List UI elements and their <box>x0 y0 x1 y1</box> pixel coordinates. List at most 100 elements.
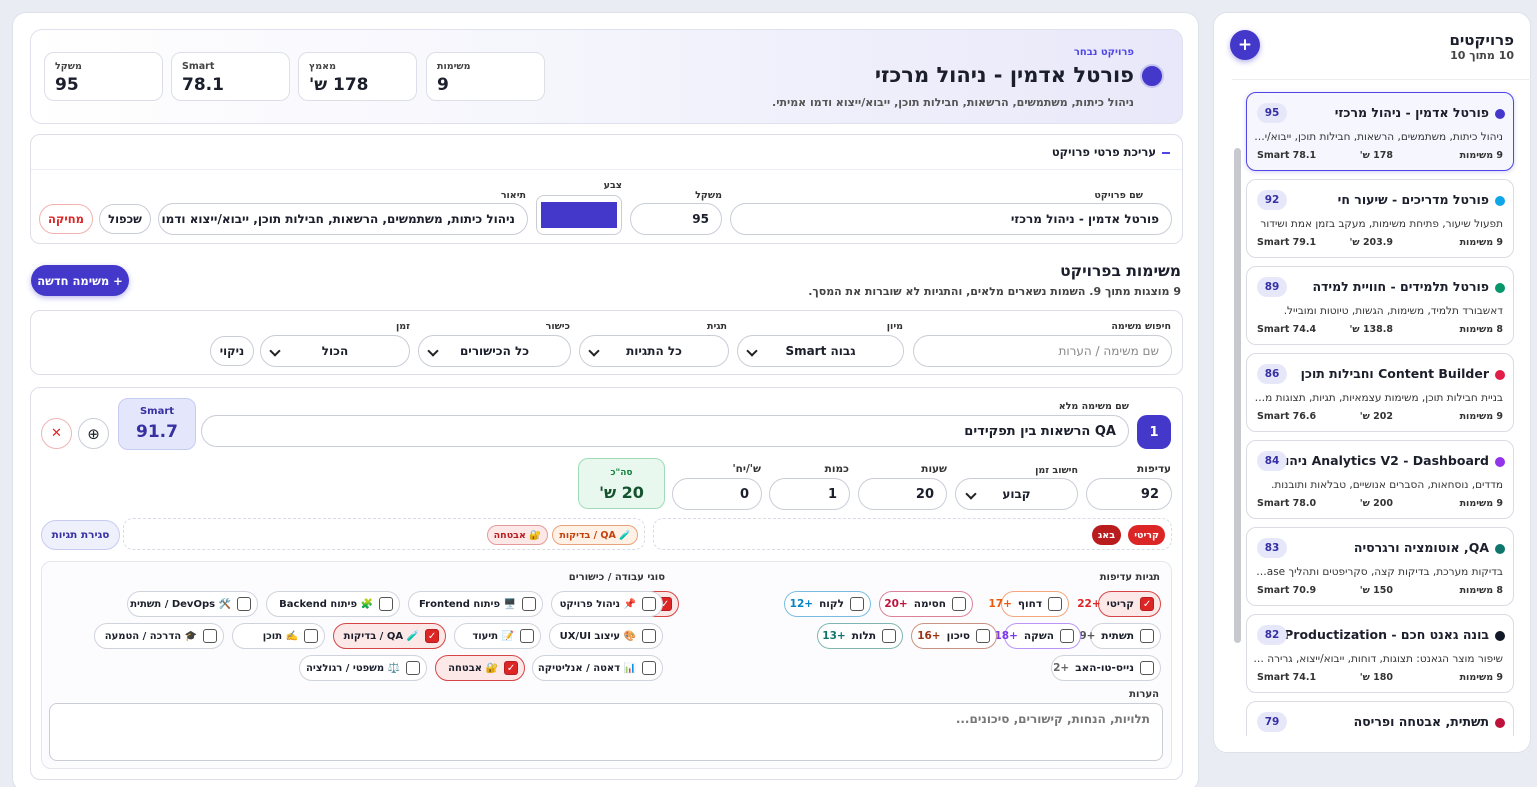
priority-tag[interactable]: סיכון 16+ <box>911 623 997 649</box>
checkbox[interactable] <box>1060 629 1074 643</box>
project-card-title: תשתית, אבטחה ופריסה <box>1353 714 1489 729</box>
work-tag[interactable]: ✓ 🔐 אבטחה <box>435 655 525 681</box>
add-project-button[interactable]: + <box>1230 30 1260 60</box>
work-tag[interactable]: 🖥️ פיתוח Frontend <box>408 591 543 617</box>
checkbox[interactable] <box>304 629 318 643</box>
description-input[interactable]: ניהול כיתות, משתמשים, הרשאות, חבילות תוכ… <box>158 203 528 235</box>
color-picker[interactable] <box>536 195 622 235</box>
project-card-hours: 150 ש' <box>1359 585 1393 596</box>
project-name-input[interactable]: פורטל אדמין - ניהול מרכזי <box>730 203 1172 235</box>
time-calc-select[interactable]: קבוע <box>955 478 1078 510</box>
project-card-desc: ניהול כיתות, משתמשים, הרשאות, חבילות תוכ… <box>1253 131 1503 143</box>
priority-tag[interactable]: נייס-טו-האב 2+ <box>1051 655 1161 681</box>
project-card[interactable]: בונה גאנט חכם - Productization 82 שיפור מו… <box>1246 614 1514 693</box>
stat-tasks: משימות 9 <box>426 52 545 101</box>
checkbox[interactable] <box>642 629 656 643</box>
quantity-input[interactable]: 1 <box>769 478 850 510</box>
task-name-input[interactable]: QA הרשאות בין תפקידים <box>201 415 1129 447</box>
sidebar-scrollbar[interactable] <box>1234 148 1241 643</box>
project-card-score: 83 <box>1257 538 1287 558</box>
project-card-score: 89 <box>1257 277 1287 297</box>
project-card[interactable]: QA, אוטומציה ורגרסיה 83 בדיקות מערכת, בדיק… <box>1246 527 1514 606</box>
checkbox[interactable] <box>976 629 990 643</box>
notes-label: הערות <box>1129 689 1159 700</box>
checkbox[interactable]: ✓ <box>425 629 439 643</box>
project-card[interactable]: Analytics V2 - Dashboard ניהולי 84 מדדים, … <box>1246 440 1514 519</box>
stat-weight: משקל 95 <box>44 52 163 101</box>
project-card[interactable]: Content Builder וחבילות תוכן 86 בניית חביל… <box>1246 353 1514 432</box>
work-tag[interactable]: ✍️ תוכן <box>232 623 325 649</box>
project-list: פורטל אדמין - ניהול מרכזי 95 ניהול כיתות, … <box>1232 79 1532 736</box>
new-task-button[interactable]: + משימה חדשה <box>31 265 129 296</box>
duplicate-button[interactable]: שכפול <box>99 204 151 234</box>
project-card[interactable]: תשתית, אבטחה ופריסה79סביבת הרצה, אבטחה, … <box>1246 701 1514 736</box>
search-input[interactable]: שם משימה / הערות <box>913 335 1172 367</box>
project-card-tasks: 9 משימות <box>1459 150 1503 161</box>
notes-textarea[interactable]: תלויות, הנחות, קישורים, סיכונים... <box>49 703 1163 761</box>
checkbox[interactable] <box>379 597 393 611</box>
priority-tag[interactable]: השקה 18+ <box>994 623 1081 649</box>
checkbox[interactable] <box>952 597 966 611</box>
work-tag[interactable]: 📝 תיעוד <box>454 623 541 649</box>
work-tag[interactable]: 📊 דאטה / אנליטיקה <box>532 655 663 681</box>
project-color-dot <box>1495 370 1505 380</box>
checkbox[interactable] <box>1140 629 1154 643</box>
priority-label: עדיפות <box>1137 463 1171 475</box>
checkbox[interactable] <box>1048 597 1062 611</box>
checkbox[interactable]: ✓ <box>1140 597 1154 611</box>
project-card-score: 82 <box>1257 625 1287 645</box>
collapse-icon[interactable] <box>1162 152 1170 154</box>
checkbox[interactable] <box>882 629 896 643</box>
edit-project-heading[interactable]: עריכת פרטי פרויקט <box>1052 145 1156 159</box>
clear-filters-button[interactable]: ניקוי <box>210 336 254 366</box>
checkbox[interactable]: ✓ <box>504 661 518 675</box>
delete-task-icon[interactable]: ✕ <box>41 418 72 449</box>
checkbox[interactable] <box>1140 661 1154 675</box>
checkbox[interactable] <box>520 629 534 643</box>
close-tags-button[interactable]: סגירת תגיות <box>41 520 120 550</box>
project-card[interactable]: פורטל תלמידים - חוויית למידה 89 דאשבורד תל… <box>1246 266 1514 345</box>
checkbox[interactable] <box>203 629 217 643</box>
priority-tag[interactable]: חסימה 20+ <box>879 591 973 617</box>
checkbox[interactable] <box>406 661 420 675</box>
priority-tag[interactable]: תלות 13+ <box>817 623 903 649</box>
priority-input[interactable]: 92 <box>1086 478 1172 510</box>
work-tag[interactable]: ✓ 🧪 QA / בדיקות <box>333 623 446 649</box>
project-color-dot <box>1140 64 1164 88</box>
task-index: 1 <box>1137 415 1171 449</box>
checkbox[interactable] <box>850 597 864 611</box>
hours-input[interactable]: 20 <box>858 478 947 510</box>
work-tag[interactable]: 🎨 עיצוב UX/UI <box>549 623 663 649</box>
project-color-dot <box>1495 457 1505 467</box>
weight-input[interactable]: 95 <box>630 203 722 235</box>
sort-select[interactable]: Smart גבוה <box>737 335 904 367</box>
weight-label: משקל <box>695 190 722 201</box>
delete-button[interactable]: מחיקה <box>39 204 93 234</box>
tags-editor: תגיות עדיפות סוגי עבודה / כישורים ✓ קריטי… <box>41 561 1172 769</box>
checkbox[interactable] <box>237 597 251 611</box>
checkbox[interactable] <box>642 597 656 611</box>
time-filter-select[interactable]: הכול <box>260 335 410 367</box>
chevron-down-icon <box>588 345 600 357</box>
work-tag[interactable]: ⚖️ משפטי / רגולציה <box>299 655 427 681</box>
project-card-title: פורטל תלמידים - חוויית למידה <box>1312 279 1489 294</box>
checkbox[interactable] <box>642 661 656 675</box>
priority-tag[interactable]: ✓ קריטי 22+ <box>1077 591 1161 617</box>
priority-tag[interactable]: תשתית 9+ <box>1079 623 1161 649</box>
work-tag[interactable]: 🎓 הדרכה / הטמעה <box>94 623 224 649</box>
project-card-smart: Smart 70.9 <box>1257 585 1317 596</box>
checkbox[interactable] <box>522 597 536 611</box>
project-card[interactable]: פורטל מדריכים - שיעור חי 92 תפעול שיעור, פ… <box>1246 179 1514 258</box>
priority-tag[interactable]: דחוף 17+ <box>989 591 1069 617</box>
work-tag[interactable]: 🧩 פיתוח Backend <box>266 591 400 617</box>
search-label: חיפוש משימה <box>1111 321 1171 332</box>
work-tag[interactable]: 📌 ניהול פרויקט <box>551 591 663 617</box>
priority-tag[interactable]: לקוח 12+ <box>784 591 871 617</box>
work-tag[interactable]: 🛠️ DevOps / תשתית <box>127 591 258 617</box>
per-unit-input[interactable]: 0 <box>672 478 762 510</box>
project-card[interactable]: פורטל אדמין - ניהול מרכזי 95 ניהול כיתות, … <box>1246 92 1514 171</box>
tag-filter-select[interactable]: כל התגיות <box>579 335 729 367</box>
chevron-down-icon <box>427 345 439 357</box>
skill-filter-select[interactable]: כל הכישורים <box>418 335 571 367</box>
move-icon[interactable]: ⊕ <box>78 418 109 449</box>
